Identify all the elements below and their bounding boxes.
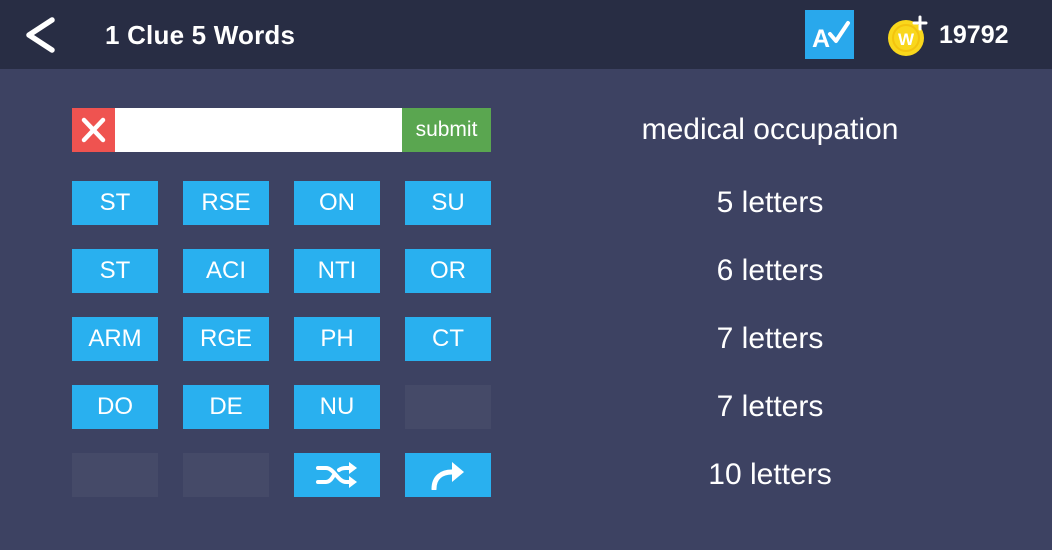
close-icon (81, 117, 106, 143)
hint-button[interactable]: A (805, 10, 854, 59)
syllable-tile[interactable]: DO (72, 385, 158, 429)
syllable-tile[interactable]: RGE (183, 317, 269, 361)
clear-button[interactable] (72, 108, 115, 152)
shuffle-icon (316, 462, 357, 488)
chevron-left-icon (26, 17, 55, 53)
svg-text:A: A (812, 25, 830, 53)
syllable-tile[interactable]: DE (183, 385, 269, 429)
syllable-tile[interactable]: ON (294, 181, 380, 225)
share-arrow-icon (431, 462, 464, 490)
coin-plus-icon: W (888, 15, 928, 56)
letter-a-check-icon: A (812, 21, 850, 53)
syllable-tile[interactable]: NU (294, 385, 380, 429)
empty-tile-slot (183, 453, 269, 497)
clue-text: medical occupation (641, 113, 899, 146)
syllable-tile[interactable]: ACI (183, 249, 269, 293)
top-bar: 1 Clue 5 Words A W 19792 (0, 0, 1052, 69)
syllable-tile[interactable]: OR (405, 249, 491, 293)
syllable-tile[interactable]: RSE (183, 181, 269, 225)
shuffle-button[interactable] (294, 453, 380, 497)
syllable-tile[interactable]: SU (405, 181, 491, 225)
svg-text:W: W (898, 30, 915, 49)
word-length-label: 10 letters (708, 458, 832, 491)
answer-input[interactable] (115, 108, 402, 152)
syllable-tile[interactable]: NTI (294, 249, 380, 293)
syllable-tile[interactable]: ST (72, 181, 158, 225)
coin-store-button[interactable]: W (886, 15, 928, 57)
answer-row: submit (72, 108, 491, 152)
word-length-label: 5 letters (716, 186, 824, 219)
syllable-tile[interactable]: CT (405, 317, 491, 361)
page-title: 1 Clue 5 Words (105, 20, 296, 50)
empty-tile-slot (405, 385, 491, 429)
back-button[interactable] (20, 14, 62, 56)
syllable-tile[interactable]: ST (72, 249, 158, 293)
word-length-label: 7 letters (716, 322, 824, 355)
word-length-label: 7 letters (716, 390, 824, 423)
coin-balance: 19792 (939, 21, 1009, 49)
empty-tile-slot (72, 453, 158, 497)
syllable-tile[interactable]: PH (294, 317, 380, 361)
syllable-tile[interactable]: ARM (72, 317, 158, 361)
submit-button[interactable]: submit (402, 108, 491, 152)
skip-button[interactable] (405, 453, 491, 497)
word-length-label: 6 letters (716, 254, 824, 287)
